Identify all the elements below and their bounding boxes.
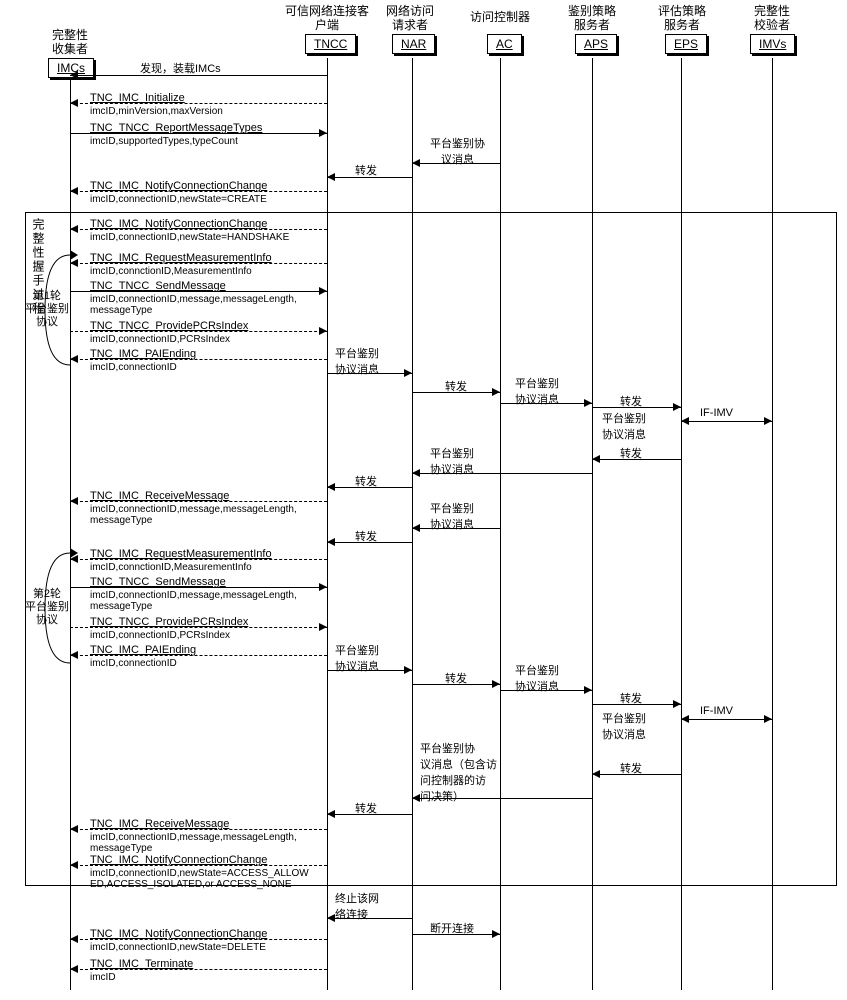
msg-recv-2-params: imcID,connectionID,message,messageLength… (90, 832, 297, 854)
msg-plat-9: 平台鉴别 协议消息 (602, 710, 646, 742)
msg-notify-access-params: imcID,connectionID,newState=ACCESS_ALLOW… (90, 868, 309, 890)
actor-label-eps: 评估策略 服务者 (647, 4, 717, 33)
msg-notify-hs-params: imcID,connectionID,newState=HANDSHAKE (90, 232, 289, 243)
actor-box-nar: NAR (392, 34, 435, 54)
actor-label-ac: 访问控制器 (460, 10, 540, 24)
msg-fwd-1: 转发 (355, 162, 377, 178)
msg-ifimv-1: IF-IMV (700, 407, 733, 419)
msg-pcrs-1-params: imcID,connectionID,PCRsIndex (90, 334, 230, 345)
actor-box-tncc: TNCC (305, 34, 356, 54)
msg-notify-delete-params: imcID,connectionID,newState=DELETE (90, 942, 266, 953)
round2-bracket (45, 548, 85, 668)
actor-label-aps: 鉴别策略 服务者 (557, 4, 627, 33)
msg-imc-terminate-params: imcID (90, 972, 116, 983)
msg-init-params: imcID,minVersion,maxVersion (90, 106, 223, 117)
actor-box-ac: AC (487, 34, 522, 54)
msg-reqm-2-params: imcID,connctionID,MeasurementInfo (90, 562, 252, 573)
msg-pcrs-2-params: imcID,connectionID,PCRsIndex (90, 630, 230, 641)
actor-label-imcs: 完整性 收集者 (40, 28, 100, 57)
actor-label-nar: 网络访问 请求者 (375, 4, 445, 33)
actor-label-imvs: 完整性 校验者 (737, 4, 807, 33)
msg-ifimv-2: IF-IMV (700, 705, 733, 717)
msg-notify-create-params: imcID,connectionID,newState=CREATE (90, 194, 267, 205)
msg-send-2-params: imcID,connectionID,message,messageLength… (90, 590, 297, 612)
msg-pai-2-params: imcID,connectionID (90, 658, 177, 669)
round1-bracket (45, 250, 85, 370)
msg-report-params: imcID,supportedTypes,typeCount (90, 136, 238, 147)
actor-box-aps: APS (575, 34, 617, 54)
actor-box-imvs: IMVs (750, 34, 795, 54)
msg-plat-decision: 平台鉴别协 议消息（包含访 问控制器的访 问决策） (420, 740, 510, 804)
msg-recv-1-params: imcID,connectionID,message,messageLength… (90, 504, 297, 526)
msg-send-1-params: imcID,connectionID,message,messageLength… (90, 294, 297, 316)
msg-discover: 发现，装载IMCs (140, 60, 221, 76)
msg-pai-1-params: imcID,connectionID (90, 362, 177, 373)
actor-label-tncc: 可信网络连接客 户端 (277, 4, 377, 33)
msg-reqm-1-params: imcID,connctionID,MeasurementInfo (90, 266, 252, 277)
actor-box-eps: EPS (665, 34, 707, 54)
msg-plat-4: 平台鉴别 协议消息 (602, 410, 646, 442)
